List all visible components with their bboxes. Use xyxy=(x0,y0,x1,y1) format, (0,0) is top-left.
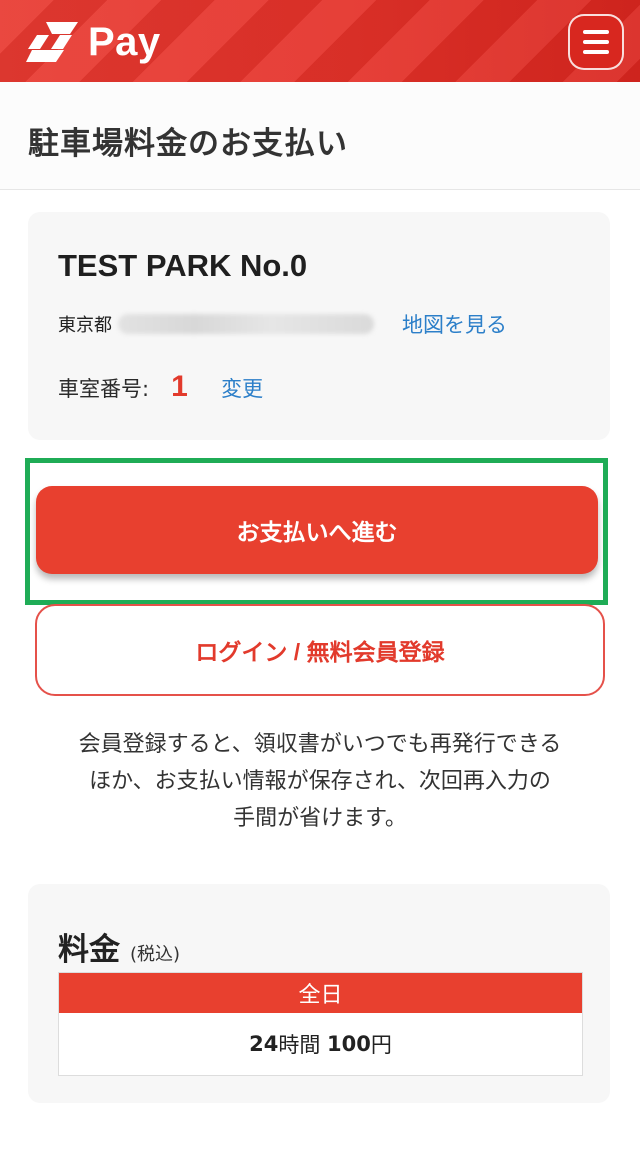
fee-price-unit: 円 xyxy=(370,1033,392,1057)
login-register-button[interactable]: ログイン / 無料会員登録 xyxy=(35,604,605,696)
fee-table-header: 全日 xyxy=(59,973,582,1013)
proceed-to-payment-button[interactable]: お支払いへ進む xyxy=(36,486,598,574)
address-prefix: 東京都 xyxy=(58,315,112,336)
member-info-text: 会員登録すると、領収書がいつでも再発行できる ほか、お支払い情報が保存され、次回… xyxy=(20,726,620,837)
room-row: 車室番号: 1 変更 xyxy=(58,370,263,404)
info-line: ほか、お支払い情報が保存され、次回再入力の xyxy=(89,769,551,794)
fee-title: 料金 xyxy=(58,932,120,968)
title-band: 駐車場料金のお支払い xyxy=(0,82,640,190)
hamburger-menu-icon xyxy=(583,40,609,44)
fee-hours-unit: 時間 xyxy=(278,1033,321,1057)
page: Pay 駐車場料金のお支払い TEST PARK No.0 東京都 地図を見る … xyxy=(0,0,640,1157)
page-title: 駐車場料金のお支払い xyxy=(28,126,348,162)
change-room-link[interactable]: 変更 xyxy=(221,373,263,403)
app-header: Pay xyxy=(0,0,640,82)
fee-row: 24 時間 100 円 xyxy=(59,1013,582,1075)
parking-name: TEST PARK No.0 xyxy=(58,248,308,283)
hamburger-menu-icon xyxy=(583,30,609,34)
fee-hours: 24 xyxy=(249,1032,279,1056)
fee-heading: 料金 (税込) xyxy=(58,924,180,969)
fee-card: 料金 (税込) 全日 24 時間 100 円 xyxy=(28,884,610,1103)
parking-info-card: TEST PARK No.0 東京都 地図を見る 車室番号: 1 変更 xyxy=(28,212,610,440)
fee-table: 全日 24 時間 100 円 xyxy=(58,972,583,1076)
address-blurred xyxy=(118,314,374,334)
room-label: 車室番号: xyxy=(58,377,150,401)
menu-button[interactable] xyxy=(568,14,624,70)
hamburger-menu-icon xyxy=(583,50,609,54)
logo[interactable]: Pay xyxy=(26,18,161,66)
tax-note: (税込) xyxy=(130,944,181,965)
address-row: 東京都 xyxy=(58,312,374,336)
fee-price: 100 xyxy=(327,1032,371,1056)
logo-text: Pay xyxy=(88,20,161,64)
info-line: 会員登録すると、領収書がいつでも再発行できる xyxy=(78,732,562,757)
info-line: 手間が省けます。 xyxy=(233,806,407,831)
map-link[interactable]: 地図を見る xyxy=(402,309,507,339)
room-number: 1 xyxy=(171,370,188,403)
lightning-s-logo-icon xyxy=(26,22,78,62)
